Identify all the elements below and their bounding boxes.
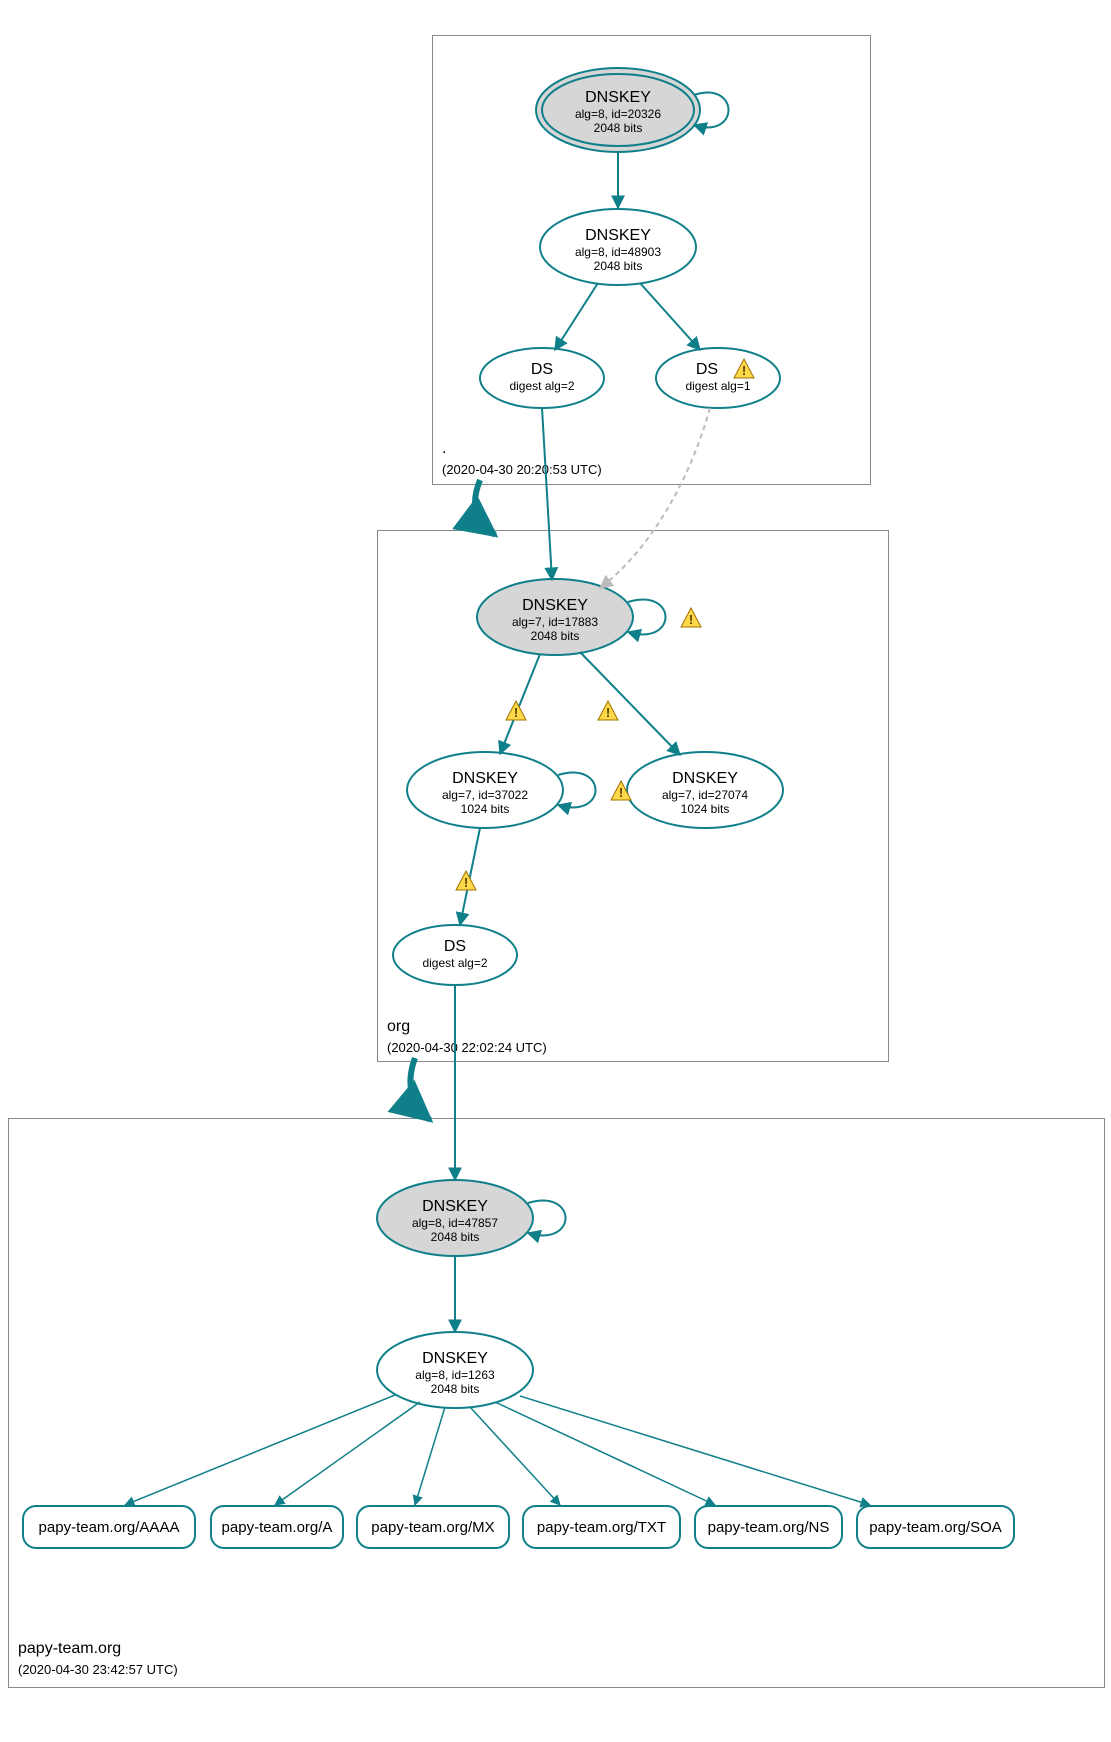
node-root-ksk [536, 68, 700, 152]
node-dom-ksk [377, 1180, 533, 1256]
edge-root-zsk-ds1 [555, 283, 598, 350]
edge-zsk-txt [470, 1407, 560, 1505]
node-dom-zsk [377, 1332, 533, 1408]
node-root-zsk [540, 209, 696, 285]
edge-orgksk-zsk1 [500, 654, 540, 754]
edge-root-to-org [475, 480, 495, 535]
edge-orgksk-zsk2 [580, 652, 680, 755]
edge-zsk-a [275, 1402, 420, 1505]
edge-zsk-soa [520, 1396, 870, 1505]
edge-zsk-ns [495, 1402, 715, 1505]
edge-root-zsk-ds2 [640, 283, 700, 350]
node-org-zsk2 [627, 752, 783, 828]
node-root-ds2 [656, 348, 780, 408]
edge-ds1-orgksk [542, 408, 552, 580]
node-org-ksk [477, 579, 633, 655]
edge-zsk-aaaa [125, 1395, 395, 1505]
edge-orgzsk1-ds [460, 828, 480, 925]
node-org-ds [393, 925, 517, 985]
edge-ds2-orgksk [600, 408, 710, 588]
edge-org-to-domain [410, 1058, 430, 1120]
node-org-zsk1 [407, 752, 563, 828]
edge-zsk-mx [415, 1407, 445, 1505]
node-root-ds1 [480, 348, 604, 408]
